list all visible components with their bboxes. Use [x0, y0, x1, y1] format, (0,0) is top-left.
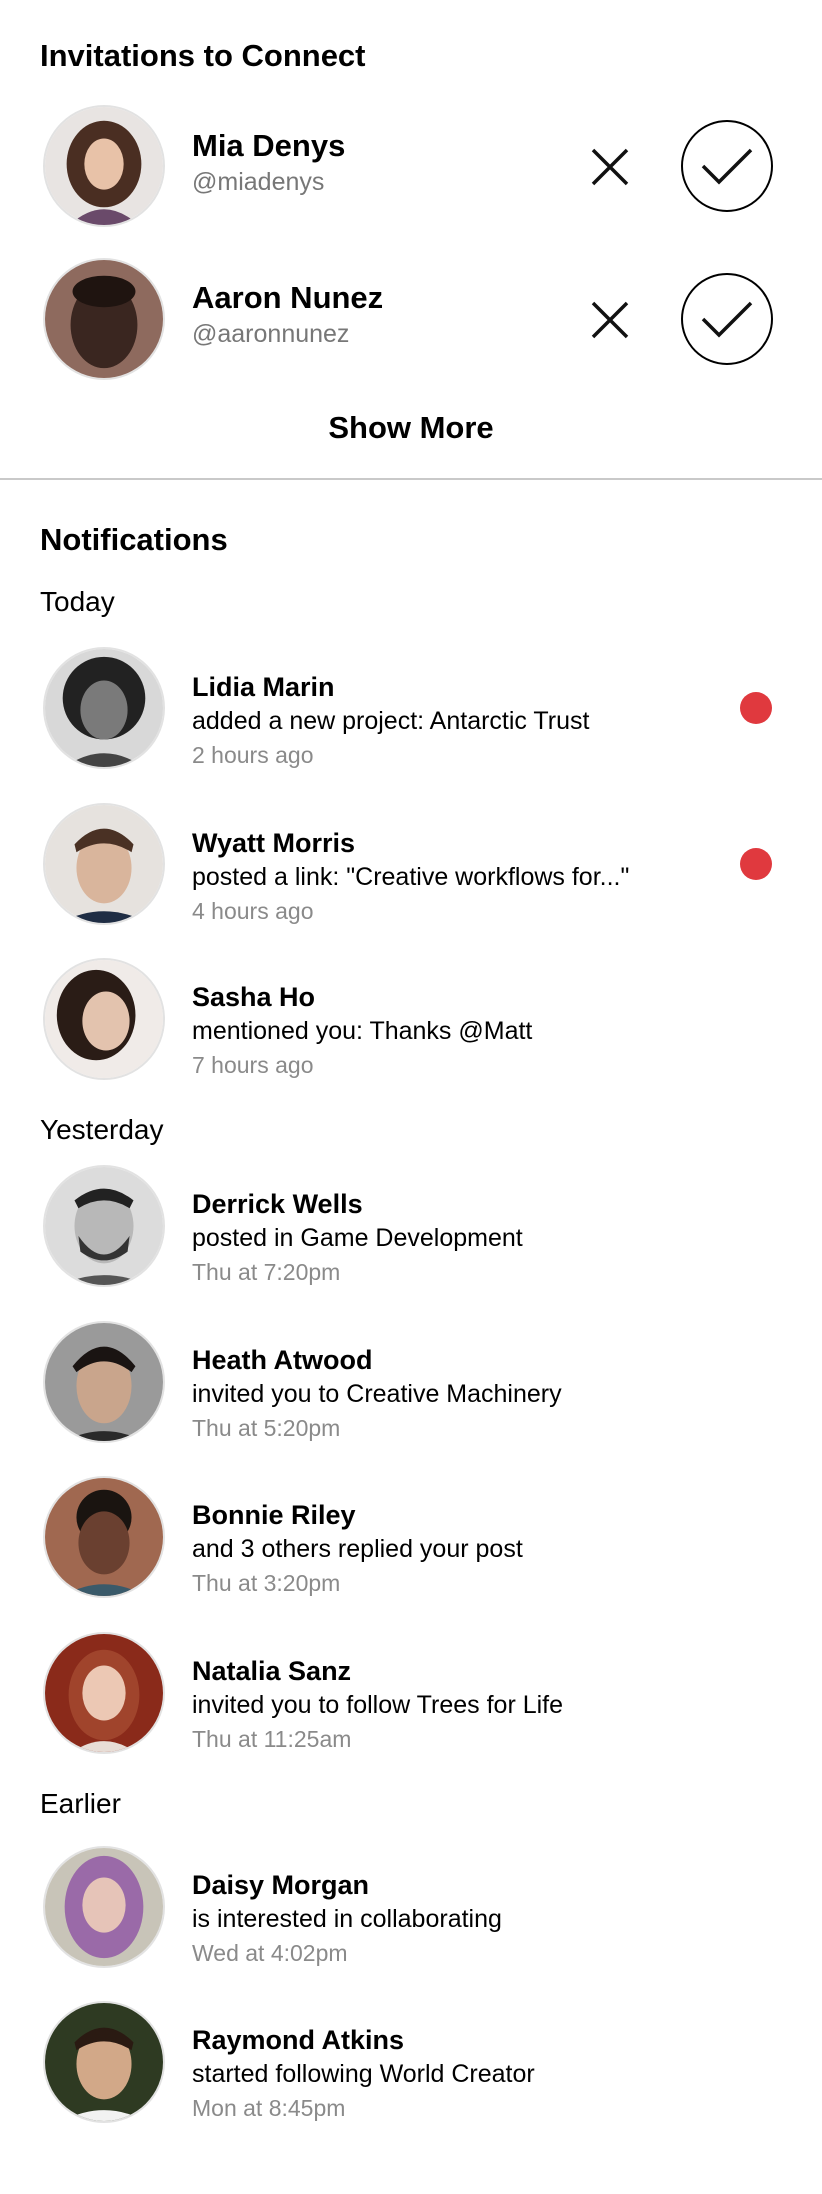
- notification-name: Daisy Morgan: [192, 1870, 370, 1900]
- notification-text: is interested in collaborating: [192, 1905, 502, 1933]
- notification-text: mentioned you: Thanks @Matt: [192, 1017, 533, 1045]
- notification-name: Bonnie Riley: [192, 1500, 356, 1530]
- avatar[interactable]: [43, 1321, 165, 1443]
- avatar[interactable]: [43, 258, 165, 380]
- unread-indicator: [740, 692, 772, 724]
- notification-time: 4 hours ago: [192, 898, 314, 924]
- notification-name: Sasha Ho: [192, 982, 316, 1012]
- notification-name: Heath Atwood: [192, 1345, 373, 1375]
- notification-text: invited you to Creative Machinery: [192, 1380, 562, 1408]
- close-icon: [591, 301, 629, 339]
- notification-time: 7 hours ago: [192, 1052, 314, 1078]
- accept-button[interactable]: [681, 273, 773, 365]
- avatar[interactable]: [43, 2001, 165, 2123]
- invitation-handle: @miadenys: [192, 168, 325, 196]
- section-divider: [0, 478, 822, 480]
- avatar[interactable]: [43, 1165, 165, 1287]
- notification-text: and 3 others replied your post: [192, 1535, 523, 1563]
- notification-time: Wed at 4:02pm: [192, 1940, 348, 1966]
- check-icon: [701, 148, 753, 185]
- decline-button[interactable]: [580, 137, 640, 197]
- notification-time: Thu at 5:20pm: [192, 1415, 341, 1441]
- avatar[interactable]: [43, 647, 165, 769]
- notifications-title: Notifications: [40, 522, 228, 557]
- avatar[interactable]: [43, 958, 165, 1080]
- notification-time: Thu at 3:20pm: [192, 1570, 341, 1596]
- invitation-name[interactable]: Aaron Nunez: [192, 280, 383, 316]
- invitations-title: Invitations to Connect: [40, 38, 366, 73]
- notification-name: Wyatt Morris: [192, 828, 356, 858]
- notification-time: Thu at 11:25am: [192, 1726, 352, 1752]
- notification-time: Thu at 7:20pm: [192, 1259, 341, 1285]
- avatar[interactable]: [43, 105, 165, 227]
- group-label-today: Today: [40, 586, 115, 617]
- notification-text: added a new project: Antarctic Trust: [192, 707, 590, 735]
- notification-time: Mon at 8:45pm: [192, 2095, 346, 2121]
- accept-button[interactable]: [681, 120, 773, 212]
- notification-text: posted a link: "Creative workflows for..…: [192, 863, 630, 891]
- invitation-name[interactable]: Mia Denys: [192, 128, 345, 164]
- notification-name: Lidia Marin: [192, 672, 335, 702]
- notification-time: 2 hours ago: [192, 742, 314, 768]
- check-icon: [701, 301, 753, 338]
- notification-name: Natalia Sanz: [192, 1656, 352, 1686]
- close-icon: [591, 148, 629, 186]
- notification-name: Derrick Wells: [192, 1189, 363, 1219]
- notification-text: invited you to follow Trees for Life: [192, 1691, 564, 1719]
- notification-text: posted in Game Development: [192, 1224, 523, 1252]
- notification-text: started following World Creator: [192, 2060, 535, 2088]
- invitation-handle: @aaronnunez: [192, 320, 350, 348]
- show-more-button[interactable]: Show More: [0, 410, 822, 446]
- avatar[interactable]: [43, 1632, 165, 1754]
- group-label-yesterday: Yesterday: [40, 1114, 164, 1145]
- group-label-earlier: Earlier: [40, 1788, 121, 1819]
- avatar[interactable]: [43, 1476, 165, 1598]
- notification-name: Raymond Atkins: [192, 2025, 405, 2055]
- unread-indicator: [740, 848, 772, 880]
- avatar[interactable]: [43, 803, 165, 925]
- decline-button[interactable]: [580, 290, 640, 350]
- avatar[interactable]: [43, 1846, 165, 1968]
